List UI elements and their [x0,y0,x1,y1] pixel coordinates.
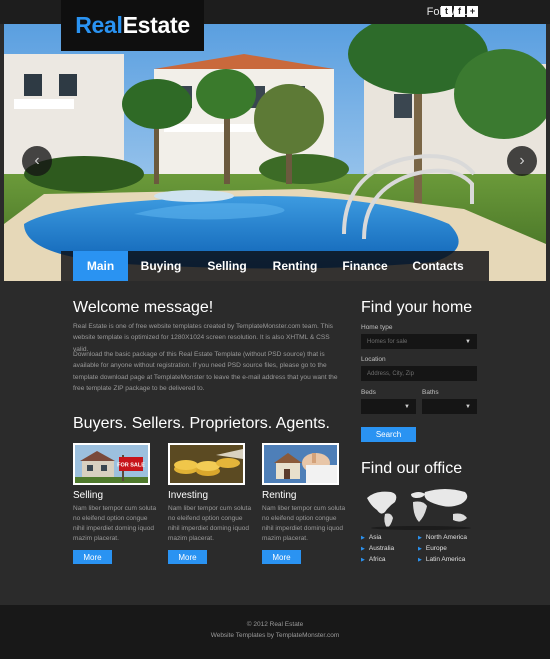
home-type-label: Home type [361,324,393,331]
card-renting: Renting Nam liber tempor cum soluta no e… [262,443,345,564]
baths-label: Baths [422,389,439,396]
chevron-down-icon: ▼ [465,339,471,345]
beds-select[interactable]: ▼ [361,399,416,414]
find-home-title: Find your home [361,299,473,316]
more-button-selling[interactable]: More [73,550,112,564]
home-type-value: Homes for sale [367,338,408,345]
for-sale-sign-text: FOR SALE [117,463,145,469]
nav-item-main[interactable]: Main [73,251,128,281]
facebook-icon[interactable]: f [454,6,465,17]
location-input[interactable]: Address, City, Zip [361,366,477,381]
footer: © 2012 Real Estate Website Templates by … [0,605,550,659]
buyers-title: Buyers. Sellers. Proprietors. Agents. [73,415,330,432]
location-placeholder: Address, City, Zip [367,370,414,377]
office-link-asia[interactable]: ▶ Asia [361,534,382,541]
more-button-renting[interactable]: More [262,550,301,564]
home-type-select[interactable]: Homes for sale ▼ [361,334,477,349]
hero-slider: ‹ › [4,24,546,281]
plus-icon[interactable]: + [467,6,478,17]
footer-credits-link[interactable]: Website Templates by TemplateMonster.com [0,632,550,639]
nav-item-contacts[interactable]: Contacts [400,251,476,281]
nav-item-finance[interactable]: Finance [330,251,400,281]
chevron-down-icon: ▼ [404,404,410,410]
baths-select[interactable]: ▼ [422,399,477,414]
card-selling: FOR SALE Selling Nam liber tempor cum so… [73,443,156,564]
slider-prev-arrow[interactable]: ‹ [22,146,52,176]
card-text-renting: Nam liber tempor cum soluta no eleifend … [262,505,346,542]
nav-item-renting[interactable]: Renting [260,251,330,281]
office-title: Find our office [361,460,463,477]
more-button-investing[interactable]: More [168,550,207,564]
footer-copyright: © 2012 Real Estate [246,621,304,628]
office-link-australia[interactable]: ▶ Australia [361,545,394,552]
location-label: Location [361,356,386,363]
chevron-down-icon: ▼ [465,404,471,410]
card-title-investing: Investing [168,490,209,501]
main-content: Welcome message! Real Estate is one of f… [0,281,550,605]
nav-item-selling[interactable]: Selling [194,251,260,281]
logo-part-estate: Estate [122,12,191,38]
card-image-selling[interactable]: FOR SALE [73,443,150,485]
logo-part-real: Real [75,12,123,38]
welcome-title: Welcome message! [73,299,214,316]
welcome-paragraph-2: Download the basic package of this Real … [73,351,338,392]
card-title-renting: Renting [262,490,297,501]
main-nav: Main Buying Selling Renting Finance Cont… [61,251,489,281]
card-title-selling: Selling [73,490,104,501]
card-investing: Investing Nam liber tempor cum soluta no… [168,443,251,564]
card-image-investing[interactable] [168,443,245,485]
office-link-latin-america[interactable]: ▶ Latin America [418,556,465,563]
card-image-renting[interactable] [262,443,339,485]
slider-next-arrow[interactable]: › [507,146,537,176]
office-link-africa[interactable]: ▶ Africa [361,556,385,563]
world-map[interactable] [361,484,479,530]
office-link-north-america[interactable]: ▶ North America [418,534,467,541]
logo[interactable]: RealEstate [61,0,204,51]
nav-item-buying[interactable]: Buying [128,251,194,281]
card-text-investing: Nam liber tempor cum soluta no eleifend … [168,505,252,542]
twitter-icon[interactable]: t [441,6,452,17]
beds-label: Beds [361,389,376,396]
search-button[interactable]: Search [361,427,416,442]
office-link-europe[interactable]: ▶ Europe [418,545,447,552]
hero-image [4,24,546,281]
card-text-selling: Nam liber tempor cum soluta no eleifend … [73,505,157,542]
